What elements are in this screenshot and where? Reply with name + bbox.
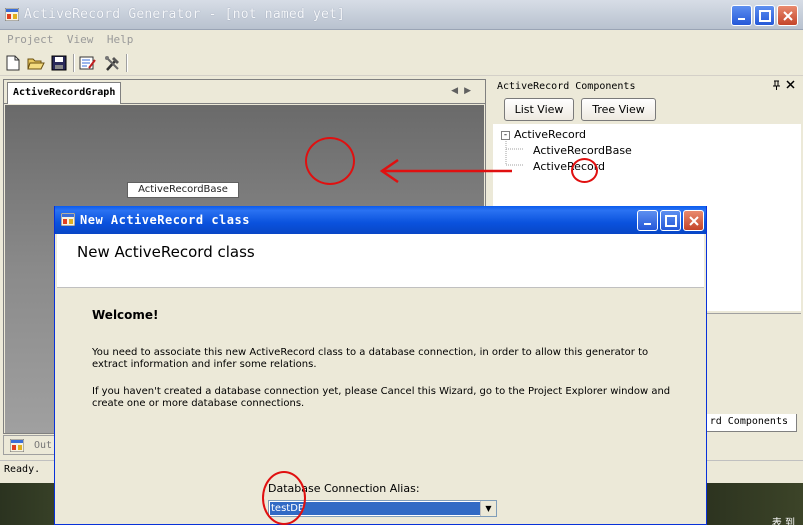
graph-node-activerecordbase[interactable]: ActiveRecordBase xyxy=(127,182,239,198)
tree-collapse-toggle[interactable]: - xyxy=(501,131,510,140)
document-tabstrip: ActiveRecordGraph ◀▶ xyxy=(4,80,485,104)
tab-output[interactable]: Out xyxy=(3,435,58,455)
selected-alias: testDB xyxy=(270,502,480,515)
menu-view[interactable]: View xyxy=(67,31,94,48)
instructions-paragraph: If you haven't created a database connec… xyxy=(92,386,671,409)
panel-close-icon[interactable] xyxy=(786,79,795,92)
annotation-arrow-icon xyxy=(379,158,512,184)
main-titlebar[interactable]: ActiveRecord Generator - [not named yet] xyxy=(0,0,803,30)
toolbar xyxy=(0,50,803,76)
connection-alias-select[interactable]: testDB ▼ xyxy=(268,500,497,517)
toolbar-separator xyxy=(73,54,75,72)
pin-icon[interactable] xyxy=(772,80,781,93)
maximize-button[interactable] xyxy=(754,5,775,26)
dialog-close-button[interactable] xyxy=(683,210,704,231)
tree-node-child[interactable]: ActiveRecord xyxy=(533,160,605,173)
menu-help[interactable]: Help xyxy=(107,31,134,48)
tree-node-child[interactable]: ActiveRecordBase xyxy=(533,144,632,157)
new-activerecord-dialog: New ActiveRecord class New ActiveRecord … xyxy=(54,206,707,525)
tab-activerecord-components[interactable]: rd Components xyxy=(700,414,797,432)
tab-activerecord-graph[interactable]: ActiveRecordGraph xyxy=(7,82,122,104)
tools-icon[interactable] xyxy=(102,53,122,73)
panel-header: ActiveRecord Components xyxy=(490,79,803,95)
app-icon xyxy=(4,7,20,22)
tab-scroll-arrows[interactable]: ◀▶ xyxy=(451,86,477,96)
dialog-title: New ActiveRecord class xyxy=(80,213,250,227)
welcome-heading: Welcome! xyxy=(92,308,159,322)
list-view-button[interactable]: List View xyxy=(504,98,574,121)
menu-bar: Project View Help xyxy=(0,31,803,48)
connection-alias-label: Database Connection Alias: xyxy=(268,482,420,495)
minimize-button[interactable] xyxy=(731,5,752,26)
close-button[interactable] xyxy=(777,5,798,26)
tree-view-button[interactable]: Tree View xyxy=(581,98,656,121)
dialog-maximize-button[interactable] xyxy=(660,210,681,231)
status-text: Ready. xyxy=(4,464,41,475)
toolbar-separator xyxy=(126,54,128,72)
desktop-text: 表 到 xyxy=(771,518,795,525)
output-tab-label: Out xyxy=(34,440,53,451)
save-icon[interactable] xyxy=(49,53,69,73)
tree-node-root[interactable]: ActiveRecord xyxy=(514,128,586,141)
open-folder-icon[interactable] xyxy=(26,53,46,73)
dialog-header: New ActiveRecord class xyxy=(57,234,704,288)
dialog-titlebar[interactable]: New ActiveRecord class xyxy=(55,206,706,234)
intro-paragraph: You need to associate this new ActiveRec… xyxy=(92,347,649,370)
dialog-minimize-button[interactable] xyxy=(637,210,658,231)
dialog-heading: New ActiveRecord class xyxy=(77,243,255,261)
dialog-app-icon xyxy=(60,212,76,227)
dialog-body: Welcome! You need to associate this new … xyxy=(57,289,704,525)
chevron-down-icon[interactable]: ▼ xyxy=(480,501,496,516)
panel-title: ActiveRecord Components xyxy=(497,81,636,92)
output-icon xyxy=(10,439,24,452)
new-file-icon[interactable] xyxy=(3,53,23,73)
edit-icon[interactable] xyxy=(78,53,98,73)
window-title: ActiveRecord Generator - [not named yet] xyxy=(24,7,346,22)
menu-project[interactable]: Project xyxy=(7,31,53,48)
